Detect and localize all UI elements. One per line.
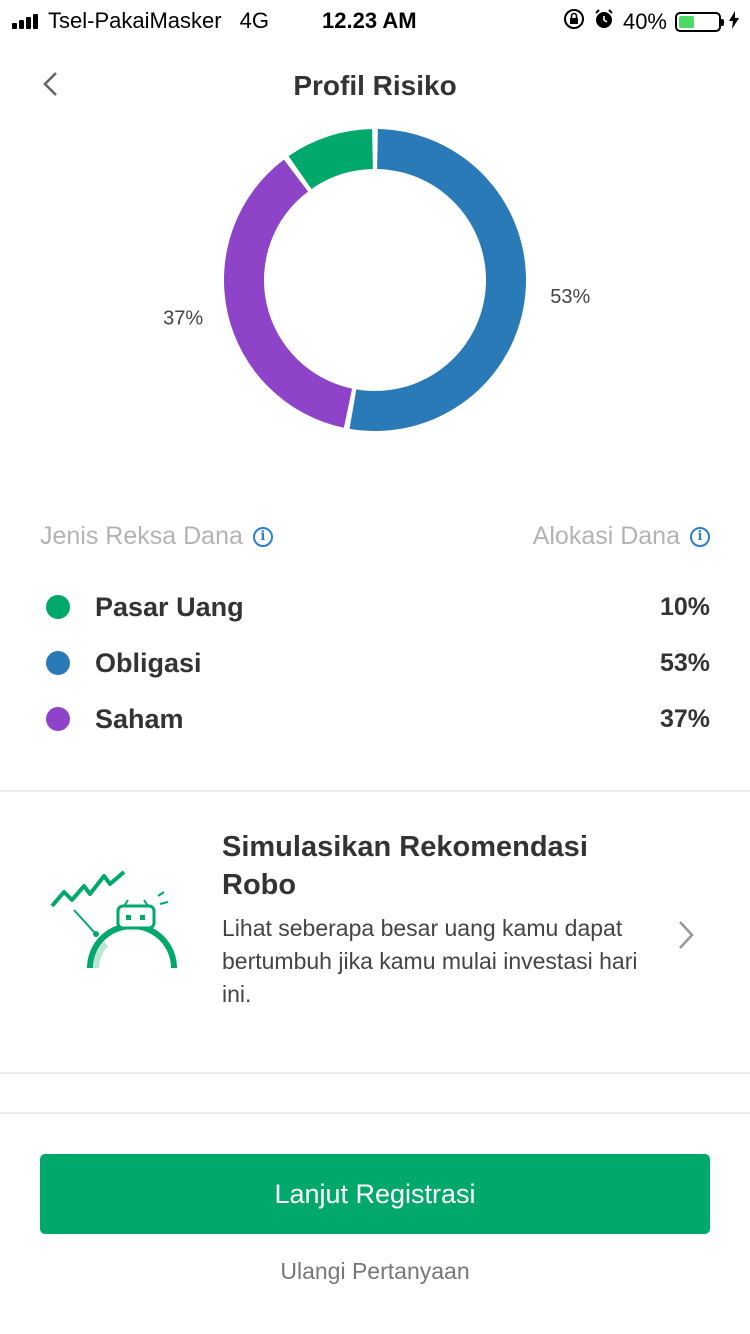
battery-icon [675,12,724,32]
network-type: 4G [239,8,269,33]
status-left: Tsel-PakaiMasker 4G [12,8,269,34]
donut-slice-pasar-uang [288,129,373,189]
status-bar: Tsel-PakaiMasker 4G 12.23 AM 40% [0,0,750,40]
carrier-name: Tsel-PakaiMasker [48,8,222,33]
legend-value: 53% [659,648,710,677]
donut-data-label: 37% [163,307,203,329]
donut-slice-saham [224,159,353,428]
legend-dot [46,651,70,675]
battery-fill [679,16,695,28]
repeat-questions-link[interactable]: Ulangi Pertanyaan [0,1258,750,1285]
continue-registration-button[interactable]: Lanjut Registrasi [40,1154,710,1234]
simulation-card[interactable]: Simulasikan Rekomendasi Robo Lihat seber… [0,792,750,1072]
orientation-lock-icon [563,8,585,36]
status-right: 40% [563,8,740,36]
legend-row-saham: Saham 37% [46,699,710,739]
robo-growth-illustration [50,870,177,969]
donut-slice-obligasi [349,129,527,431]
divider [0,1112,750,1114]
alarm-icon [593,8,615,36]
legend-label: Pasar Uang [95,591,244,622]
info-icon[interactable]: i [252,526,273,547]
battery-percent: 40% [622,9,667,34]
legend-row-pasar-uang: Pasar Uang 10% [46,587,710,627]
donut-data-label: 53% [550,286,590,308]
signal-icon [12,13,40,29]
allocation-donut-chart: 53% 37% [163,129,590,431]
legend-dot [46,707,70,731]
nav-bar: Profil Risiko [0,60,750,114]
divider [0,1072,750,1074]
legend-head-left: Jenis Reksa Dana i [40,522,273,551]
status-time: 12.23 AM [322,8,417,33]
legend-dot [46,595,70,619]
legend-label: Obligasi [95,647,202,678]
card-description: Lihat seberapa besar uang kamu dapat ber… [222,915,638,1007]
chevron-right-icon[interactable] [672,916,700,956]
legend-header: Jenis Reksa Dana i Alokasi Dana i [40,522,710,554]
info-icon[interactable]: i [690,526,710,547]
legend-label: Saham [95,703,184,734]
page-title: Profil Risiko [293,70,457,101]
allocation-heading: Alokasi Dana [532,522,680,550]
card-title: Simulasikan Rekomendasi Robo [222,831,588,901]
legend-row-obligasi: Obligasi 53% [46,643,710,683]
legend-value: 37% [659,704,710,733]
legend-value: 10% [659,592,710,621]
charging-icon [728,10,740,34]
legend-head-right: Alokasi Dana i [533,522,710,551]
fund-type-heading: Jenis Reksa Dana [40,522,243,550]
